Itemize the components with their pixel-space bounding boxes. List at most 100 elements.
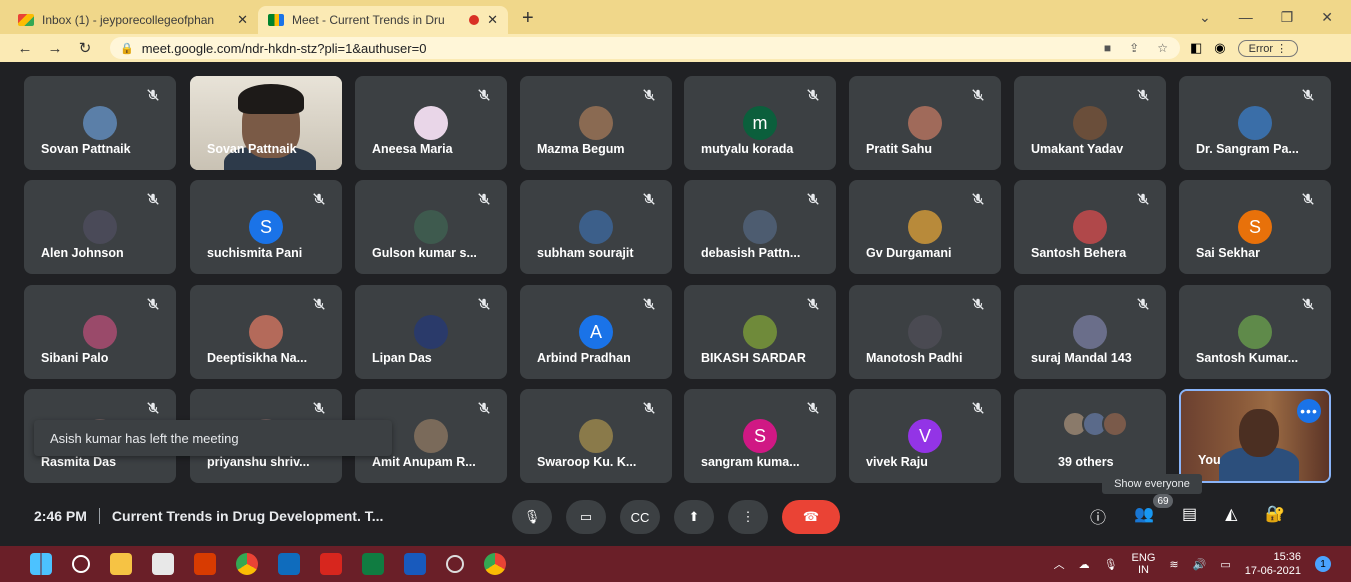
office-icon[interactable]	[194, 553, 216, 575]
participant-tile[interactable]: Gv Durgamani	[849, 180, 1001, 274]
participant-tile[interactable]: Dr. Sangram Pa...	[1179, 76, 1331, 170]
participant-tile[interactable]: ••• You	[1179, 389, 1331, 483]
participant-name: Santosh Behera	[1031, 246, 1127, 260]
info-icon[interactable]: ⓘ	[1090, 504, 1106, 528]
language-indicator[interactable]: ENG IN	[1132, 552, 1156, 576]
star-icon[interactable]: ☆	[1157, 41, 1168, 55]
captions-icon[interactable]: CC	[620, 500, 660, 534]
participant-name: Pratit Sahu	[866, 142, 932, 156]
people-icon[interactable]: 👥	[1134, 504, 1154, 528]
error-button[interactable]: Error ⋮	[1237, 39, 1299, 57]
participant-tile[interactable]: Swaroop Ku. K...	[520, 389, 672, 483]
file-explorer-icon[interactable]	[110, 553, 132, 575]
participant-tile[interactable]: Ssangram kuma...	[684, 389, 836, 483]
muted-mic-icon	[312, 297, 326, 311]
participant-tile[interactable]: debasish Pattn...	[684, 180, 836, 274]
battery-icon[interactable]: ▭	[1220, 558, 1230, 571]
cloud-icon[interactable]: ☁	[1079, 558, 1090, 571]
participant-tile[interactable]: subham sourajit	[520, 180, 672, 274]
lang-top: ENG	[1131, 552, 1156, 564]
acrobat-icon[interactable]	[320, 553, 342, 575]
chrome-active-icon[interactable]	[484, 553, 506, 575]
participant-tile[interactable]: suraj Mandal 143	[1014, 285, 1166, 379]
participant-name: mutyalu korada	[701, 142, 794, 156]
participant-tile[interactable]: Umakant Yadav	[1014, 76, 1166, 170]
clock[interactable]: 15:36 17-06-2021	[1245, 550, 1301, 578]
excel-icon[interactable]	[362, 553, 384, 575]
tab-gmail[interactable]: Inbox (1) - jeyporecollegeofphan ✕	[8, 6, 258, 34]
word-icon[interactable]	[404, 553, 426, 575]
tab-title: Meet - Current Trends in Dru	[292, 13, 445, 27]
chevron-down-icon[interactable]: ⌄	[1199, 9, 1211, 26]
chat-icon[interactable]: ▤	[1182, 504, 1197, 528]
participant-tile[interactable]: A Arbind Pradhan	[520, 285, 672, 379]
participant-tile[interactable]: m mutyalu korada	[684, 76, 836, 170]
store-icon[interactable]	[152, 553, 174, 575]
profile-icon[interactable]: ◉	[1214, 40, 1225, 56]
mail-icon[interactable]	[278, 553, 300, 575]
participant-tile[interactable]: Sibani Palo	[24, 285, 176, 379]
muted-mic-icon	[642, 297, 656, 311]
close-tab-icon[interactable]: ✕	[237, 12, 248, 28]
close-tab-icon[interactable]: ✕	[487, 12, 498, 28]
muted-mic-icon	[971, 88, 985, 102]
microphone-icon[interactable]: 🎙	[512, 500, 552, 534]
windows-start-icon[interactable]	[30, 553, 52, 575]
muted-mic-icon	[971, 192, 985, 206]
forward-icon[interactable]: →	[44, 40, 66, 57]
restore-icon[interactable]: ❐	[1281, 9, 1294, 26]
mic-tray-icon[interactable]: 🎙	[1104, 558, 1118, 571]
participant-tile[interactable]: Alen Johnson	[24, 180, 176, 274]
back-icon[interactable]: ←	[14, 40, 36, 57]
clock-date: 17-06-2021	[1244, 565, 1301, 577]
notification-badge[interactable]: 1	[1315, 556, 1331, 572]
share-icon[interactable]: ⇪	[1129, 41, 1139, 55]
participant-name: Sibani Palo	[41, 351, 109, 365]
participant-tile[interactable]: BIKASH SARDAR	[684, 285, 836, 379]
url-field[interactable]: 🔒 meet.google.com/ndr-hkdn-stz?pli=1&aut…	[110, 37, 1180, 59]
minimize-icon[interactable]: —	[1239, 9, 1253, 25]
avatar	[83, 315, 117, 349]
participant-tile[interactable]: Sovan Pattnaik	[190, 76, 342, 170]
participant-tile[interactable]: Santosh Kumar...	[1179, 285, 1331, 379]
chevron-up-icon[interactable]: ︿	[1054, 556, 1065, 572]
muted-mic-icon	[146, 192, 160, 206]
participant-name: Dr. Sangram Pa...	[1196, 142, 1299, 156]
present-icon[interactable]: ⬆	[674, 500, 714, 534]
participant-tile[interactable]: Lipan Das	[355, 285, 507, 379]
camera-icon[interactable]: ■	[1104, 41, 1111, 55]
participant-tile[interactable]: Aneesa Maria	[355, 76, 507, 170]
more-options-icon[interactable]: •••	[1297, 399, 1321, 423]
participant-tile[interactable]: Sovan Pattnaik	[24, 76, 176, 170]
participant-tile[interactable]: Gulson kumar s...	[355, 180, 507, 274]
volume-icon[interactable]: 🔊	[1193, 558, 1207, 571]
wifi-icon[interactable]: ≋	[1169, 558, 1178, 571]
muted-mic-icon	[1136, 88, 1150, 102]
participant-tile[interactable]: Manotosh Padhi	[849, 285, 1001, 379]
participant-tile[interactable]: Mazma Begum	[520, 76, 672, 170]
tab-meet[interactable]: Meet - Current Trends in Dru ✕	[258, 6, 508, 34]
reload-icon[interactable]: ↻	[74, 39, 96, 57]
participant-tile[interactable]: Ssuchismita Pani	[190, 180, 342, 274]
search-icon[interactable]	[72, 555, 90, 573]
participant-tile[interactable]: Pratit Sahu	[849, 76, 1001, 170]
participant-name: Mazma Begum	[537, 142, 625, 156]
participant-tile[interactable]: Vvivek Raju	[849, 389, 1001, 483]
host-controls-icon[interactable]: 🔐	[1265, 504, 1285, 528]
participant-tile[interactable]: S Sai Sekhar	[1179, 180, 1331, 274]
close-window-icon[interactable]: ✕	[1321, 9, 1333, 26]
leave-call-button[interactable]: ☎	[782, 500, 840, 534]
new-tab-button[interactable]: +	[522, 7, 534, 30]
camera-icon[interactable]: ▭	[566, 500, 606, 534]
participant-tile[interactable]: 39 others	[1014, 389, 1166, 483]
avatar	[249, 315, 283, 349]
participant-tile[interactable]: Deeptisikha Na...	[190, 285, 342, 379]
avatar	[1238, 315, 1272, 349]
lock-icon: 🔒	[120, 42, 134, 55]
chrome-icon[interactable]	[236, 553, 258, 575]
activities-icon[interactable]: ◭	[1225, 504, 1237, 528]
more-options-icon[interactable]: ⋮	[728, 500, 768, 534]
app-icon[interactable]	[446, 555, 464, 573]
sidebar-icon[interactable]: ◧	[1190, 40, 1202, 56]
participant-tile[interactable]: Santosh Behera	[1014, 180, 1166, 274]
